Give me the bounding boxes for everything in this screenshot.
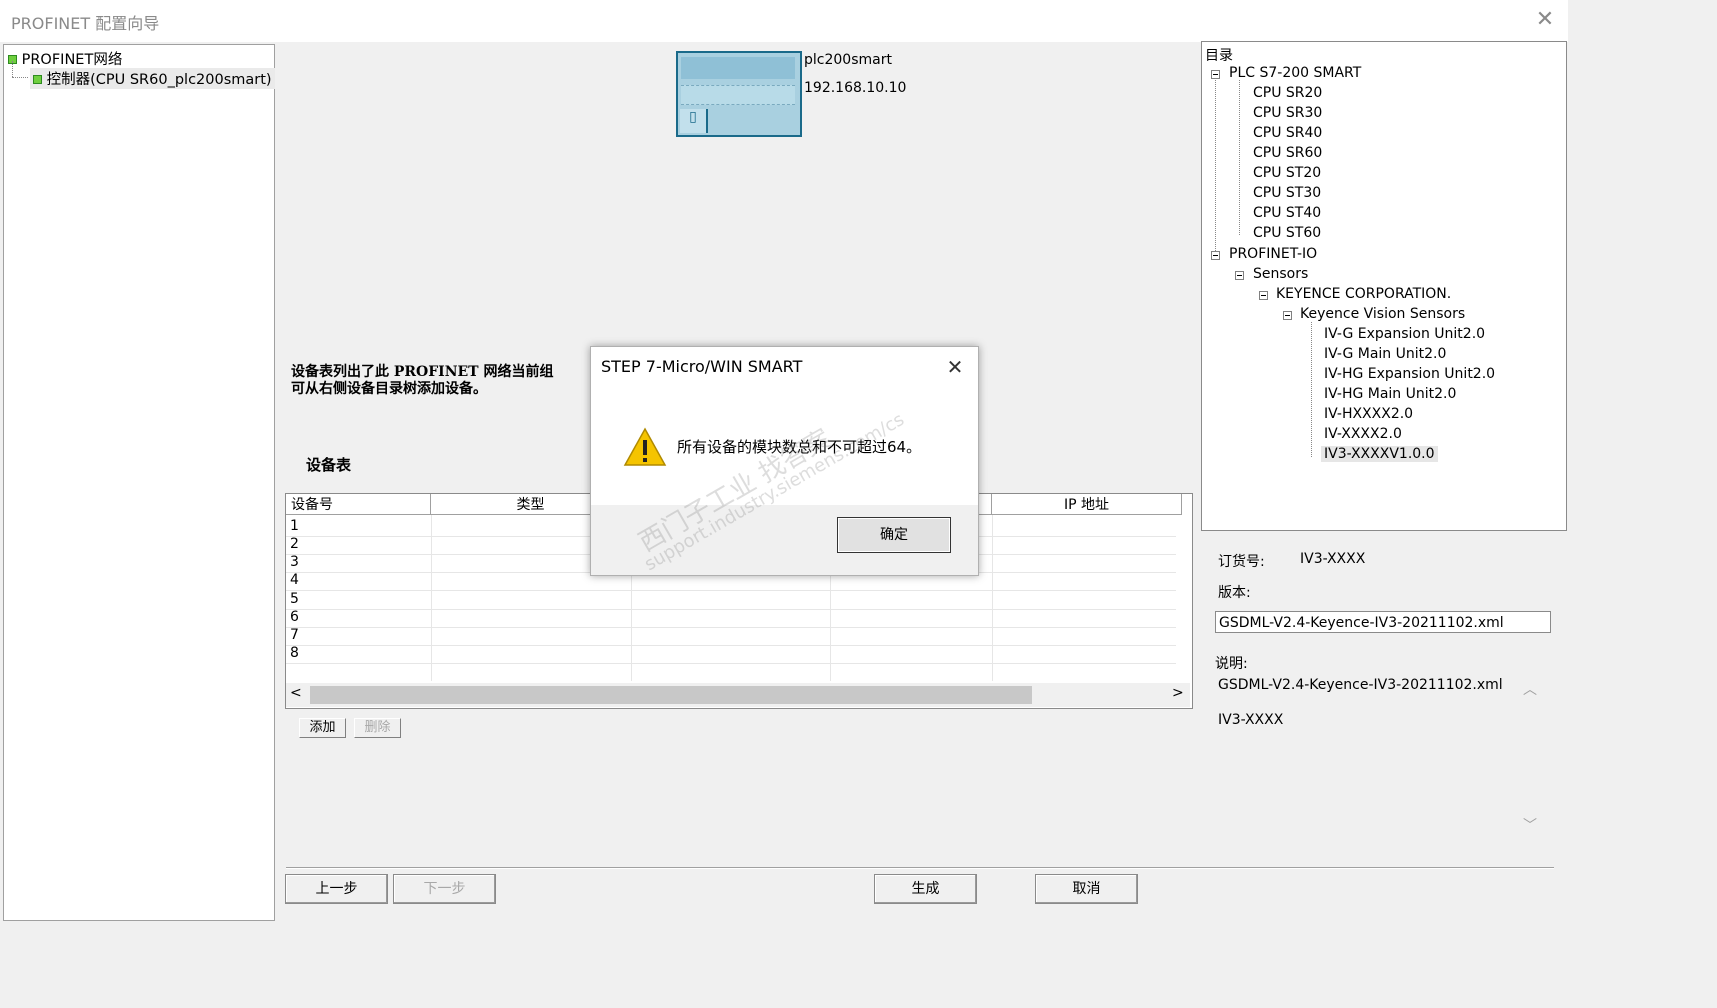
catalog-item-device-selected[interactable]: IV3-XXXXV1.0.0 — [1321, 446, 1438, 462]
scroll-up-arrow-icon[interactable]: ︿ — [1523, 679, 1537, 699]
row-divider — [286, 590, 1176, 591]
description-text: GSDML-V2.4-Keyence-IV3-20211102.xml — [1218, 677, 1503, 693]
table-row[interactable]: 2 — [290, 536, 299, 552]
catalog-item-device[interactable]: IV-HG Main Unit2.0 — [1324, 386, 1456, 402]
tree-item-label: 控制器(CPU SR60_plc200smart) — [46, 72, 272, 88]
tree-connector — [12, 77, 28, 78]
catalog-item-sensors[interactable]: Sensors — [1253, 266, 1308, 282]
warning-icon — [623, 427, 667, 466]
column-divider — [431, 515, 432, 681]
alert-dialog: STEP 7-Micro/WIN SMART ✕ 所有设备的模块数总和不可超过6… — [590, 346, 979, 576]
tree-item-controller[interactable]: 控制器(CPU SR60_plc200smart) — [30, 68, 275, 89]
column-header-ip-address[interactable]: IP 地址 — [992, 494, 1182, 515]
catalog-item-cpu[interactable]: CPU SR40 — [1253, 125, 1322, 141]
tree-connector — [1215, 80, 1216, 255]
plc-ip-address: 192.168.10.10 — [804, 80, 907, 96]
row-divider — [286, 627, 1176, 628]
delete-device-button[interactable]: 删除 — [354, 718, 401, 738]
catalog-item-cpu[interactable]: CPU ST60 — [1253, 225, 1321, 241]
collapse-icon[interactable] — [1283, 311, 1292, 320]
plc-io-band — [681, 85, 795, 105]
table-row[interactable]: 4 — [290, 572, 299, 588]
catalog-item-device[interactable]: IV-G Main Unit2.0 — [1324, 346, 1446, 362]
table-row[interactable]: 7 — [290, 627, 299, 643]
catalog-item-cpu[interactable]: CPU SR60 — [1253, 145, 1322, 161]
dialog-close-button[interactable]: ✕ — [941, 355, 969, 379]
catalog-item-vendor[interactable]: KEYENCE CORPORATION. — [1276, 286, 1451, 302]
add-device-button[interactable]: 添加 — [299, 718, 346, 738]
catalog-item-plc-group[interactable]: PLC S7-200 SMART — [1229, 65, 1361, 81]
table-row[interactable]: 8 — [290, 645, 299, 661]
catalog-item-device[interactable]: IV-HXXXX2.0 — [1324, 406, 1413, 422]
order-number-label: 订货号: — [1218, 554, 1265, 570]
catalog-item-cpu[interactable]: CPU SR30 — [1253, 105, 1322, 121]
plc-top-band — [681, 57, 795, 79]
previous-step-button[interactable]: 上一步 — [285, 874, 388, 904]
dialog-title: STEP 7-Micro/WIN SMART — [601, 357, 803, 376]
horizontal-scrollbar[interactable]: < > — [286, 683, 1190, 707]
description-text: IV3-XXXX — [1218, 712, 1284, 728]
generate-button[interactable]: 生成 — [874, 874, 977, 904]
window-close-button[interactable]: ✕ — [1532, 8, 1558, 32]
collapse-icon[interactable] — [1211, 70, 1220, 79]
catalog-item-device[interactable]: IV-G Expansion Unit2.0 — [1324, 326, 1485, 342]
collapse-icon[interactable] — [1211, 251, 1220, 260]
catalog-item-profinet-io[interactable]: PROFINET-IO — [1229, 246, 1317, 262]
table-row[interactable]: 3 — [290, 554, 299, 570]
tree-connector — [1239, 80, 1240, 235]
next-step-button[interactable]: 下一步 — [393, 874, 496, 904]
table-row[interactable]: 6 — [290, 609, 299, 625]
row-divider — [286, 663, 1176, 664]
plc-name: plc200smart — [804, 52, 892, 68]
network-tree-panel: PROFINET网络 控制器(CPU SR60_plc200smart) — [3, 44, 275, 921]
window-title: PROFINET 配置向导 — [11, 14, 160, 33]
bottom-separator — [286, 867, 1554, 869]
catalog-item-cpu[interactable]: CPU ST30 — [1253, 185, 1321, 201]
controller-node-icon — [33, 75, 42, 84]
tree-item-profinet-network[interactable]: PROFINET网络 — [8, 48, 122, 69]
catalog-title: 目录 — [1205, 48, 1233, 64]
description-line: 设备表列出了此 PROFINET 网络当前组 — [291, 364, 554, 380]
table-row[interactable]: 5 — [290, 591, 299, 607]
collapse-icon[interactable] — [1259, 291, 1268, 300]
plc-device-image[interactable]: ▯ — [676, 51, 802, 137]
order-number-value: IV3-XXXX — [1300, 551, 1366, 567]
collapse-icon[interactable] — [1235, 271, 1244, 280]
table-row[interactable]: 1 — [290, 518, 299, 534]
catalog-item-family[interactable]: Keyence Vision Sensors — [1300, 306, 1465, 322]
catalog-item-device[interactable]: IV-XXXX2.0 — [1324, 426, 1402, 442]
table-description: 设备表列出了此 PROFINET 网络当前组 可从右侧设备目录树添加设备。 — [291, 364, 553, 398]
device-catalog-tree: 目录 PLC S7-200 SMART CPU SR20 CPU SR30 CP… — [1201, 41, 1567, 531]
scroll-left-arrow-icon[interactable]: < — [290, 685, 302, 701]
description-line: 可从右侧设备目录树添加设备。 — [291, 381, 487, 397]
scroll-right-arrow-icon[interactable]: > — [1172, 685, 1184, 701]
column-header-device-number[interactable]: 设备号 — [286, 494, 431, 515]
plc-port-icon: ▯ — [680, 109, 708, 133]
version-label: 版本: — [1218, 585, 1251, 601]
catalog-item-cpu[interactable]: CPU ST40 — [1253, 205, 1321, 221]
catalog-item-cpu[interactable]: CPU ST20 — [1253, 165, 1321, 181]
row-divider — [286, 645, 1176, 646]
catalog-item-cpu[interactable]: CPU SR20 — [1253, 85, 1322, 101]
row-divider — [286, 609, 1176, 610]
tree-connector — [1311, 322, 1312, 457]
description-label: 说明: — [1215, 656, 1248, 672]
column-divider — [992, 515, 993, 681]
title-bar: PROFINET 配置向导 ✕ — [0, 0, 1568, 42]
ok-button[interactable]: 确定 — [837, 517, 951, 553]
tree-item-label: PROFINET网络 — [21, 52, 123, 68]
scroll-down-arrow-icon[interactable]: ﹀ — [1523, 815, 1537, 835]
tree-connector — [12, 61, 13, 77]
cancel-button[interactable]: 取消 — [1035, 874, 1138, 904]
scrollbar-thumb[interactable] — [310, 686, 1032, 704]
catalog-item-device[interactable]: IV-HG Expansion Unit2.0 — [1324, 366, 1495, 382]
version-field[interactable]: GSDML-V2.4-Keyence-IV3-20211102.xml — [1215, 611, 1551, 633]
device-table-label: 设备表 — [306, 456, 352, 474]
